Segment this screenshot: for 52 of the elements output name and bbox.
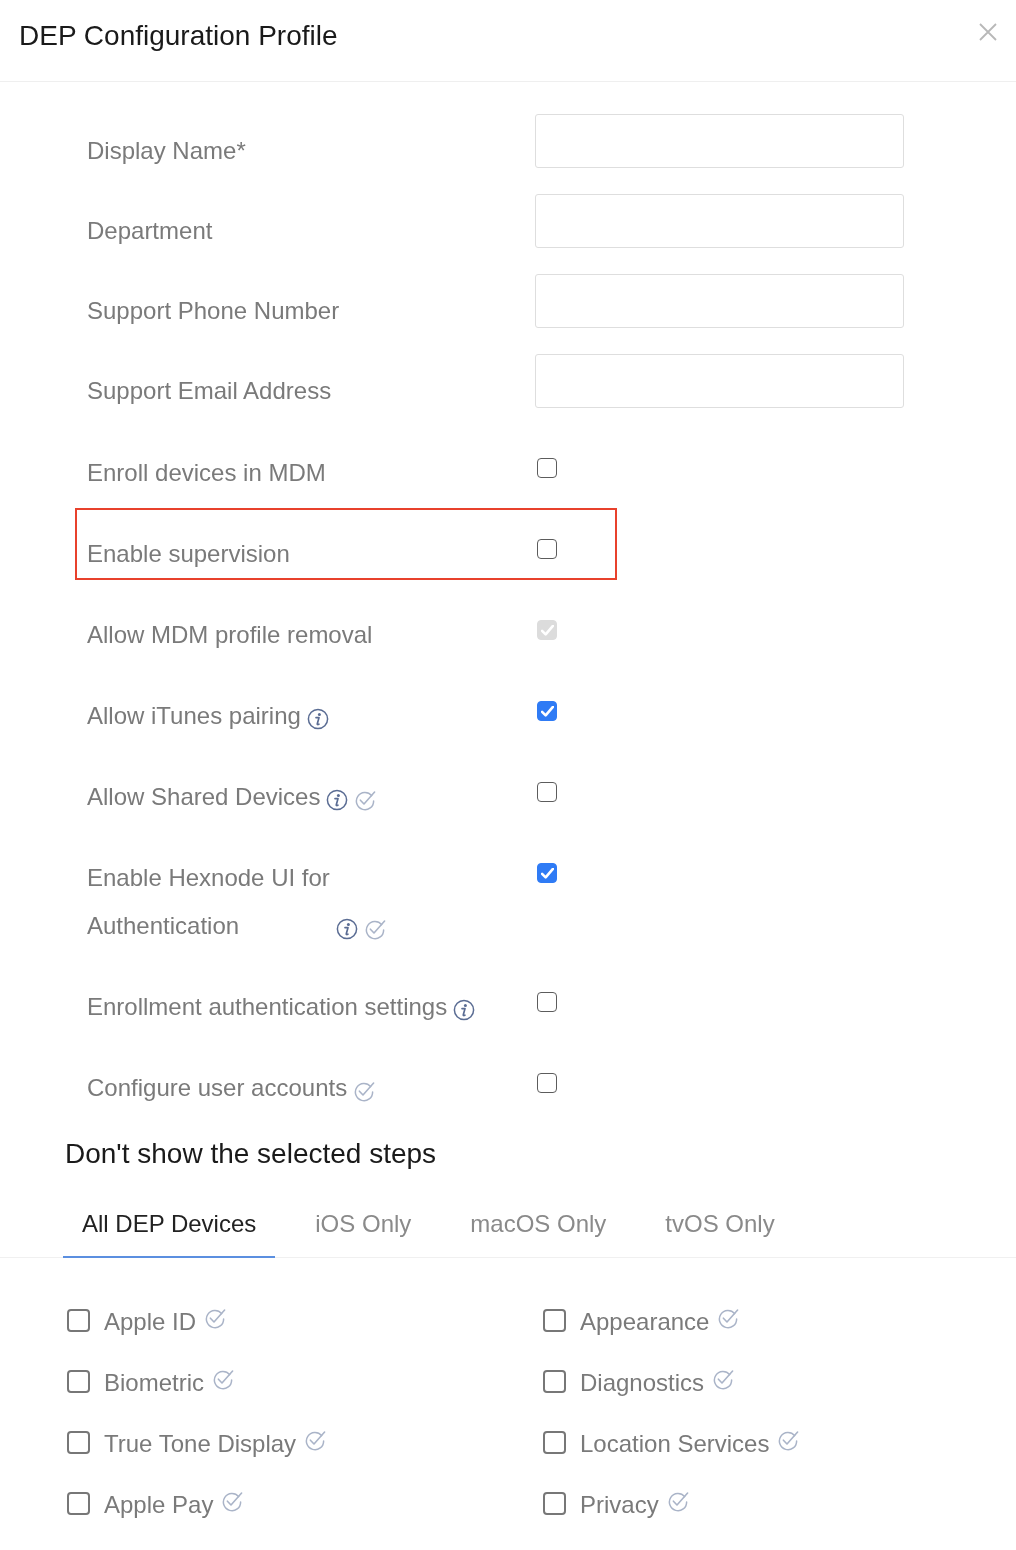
step-label: Diagnostics [580,1368,705,1398]
step-label: Biometric [104,1368,205,1398]
text-input-field[interactable] [535,194,904,248]
checkbox[interactable] [543,1309,566,1332]
step-label: True Tone Display [104,1429,297,1459]
option-label: Configure user accounts [87,1073,348,1103]
text-input-field[interactable] [535,114,904,168]
field-label: Support Phone Number [87,296,340,326]
info-icon[interactable] [306,708,329,730]
checkbox[interactable] [537,1073,557,1093]
checkbox[interactable] [67,1370,90,1393]
checkbox[interactable] [543,1370,566,1393]
checkbox[interactable] [67,1492,90,1515]
checkbox[interactable] [537,701,557,721]
checkbox[interactable] [537,539,557,559]
step-label: Apple Pay [104,1490,214,1520]
step-label: Apple ID [104,1307,197,1337]
checkmark-icon [540,705,554,717]
info-icon[interactable] [453,999,476,1021]
option-label: Allow iTunes pairing [87,701,301,731]
checkbox[interactable] [543,1431,566,1454]
tab[interactable]: iOS Only [296,1194,431,1258]
checkbox[interactable] [67,1309,90,1332]
section-heading: Don't show the selected steps [65,1137,438,1171]
checkbox[interactable] [537,782,557,802]
option-label: Enroll devices in MDM [87,458,326,488]
field-label: Support Email Address [87,376,332,406]
option-label: Enrollment authentication settings [87,992,448,1022]
checkbox[interactable] [537,992,557,1012]
option-label: Allow MDM profile removal [87,620,373,650]
tab[interactable]: tvOS Only [646,1194,794,1258]
info-icon[interactable] [326,789,349,811]
field-label: Department [87,216,213,246]
text-input-field[interactable] [535,354,904,408]
checkmark-icon [540,867,554,879]
dialog-title: DEP Configuration Profile [19,19,338,53]
step-label: Location Services [580,1429,770,1459]
step-label: Appearance [580,1307,710,1337]
text-input-field[interactable] [535,274,904,328]
checkbox[interactable] [537,458,557,478]
step-label: Privacy [580,1490,659,1520]
checkbox[interactable] [537,863,557,883]
option-label: Enable Hexnode UI for Authentication [87,863,330,941]
checkbox[interactable] [543,1492,566,1515]
field-label: Display Name* [87,136,246,166]
tab[interactable]: macOS Only [451,1194,626,1258]
option-label: Allow Shared Devices [87,782,321,812]
tab[interactable]: All DEP Devices [63,1194,276,1258]
option-label: Enable supervision [87,539,290,569]
checkbox[interactable] [67,1431,90,1454]
checkmark-icon [540,624,554,636]
info-icon[interactable] [335,918,358,940]
